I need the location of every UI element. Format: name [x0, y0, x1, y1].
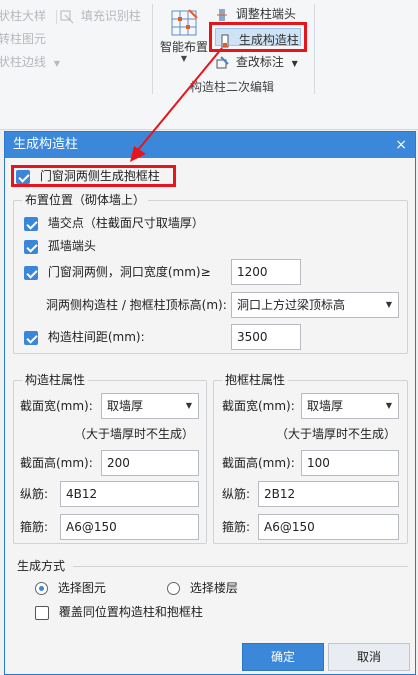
select-element-label: 选择图元: [57, 581, 106, 595]
door-window-frame-checkbox[interactable]: 门窗洞两侧生成抱框柱: [16, 166, 160, 186]
column-long-bar-label: 纵筋:: [20, 487, 49, 501]
column-end-icon: [215, 8, 229, 22]
column-width-select[interactable]: 取墙厚 ▼: [101, 393, 199, 419]
top-elevation-label: 洞两侧构造柱 / 抱框柱顶标高(m):: [46, 298, 227, 312]
divider: [73, 566, 408, 567]
door-window-sides-checkbox[interactable]: 门窗洞两侧，洞口宽度(mm)≥: [24, 262, 211, 282]
close-icon[interactable]: ×: [395, 132, 407, 158]
checkbox-checked-icon[interactable]: [24, 216, 38, 231]
smart-layout-label: 智能布置: [159, 40, 208, 54]
column-note: （大于墙厚时不生成）: [74, 427, 195, 441]
generate-column-button[interactable]: 生成构造柱: [215, 28, 301, 47]
chevron-down-icon: ▼: [53, 59, 60, 68]
ribbon-item-column-edge-label: 状柱边线: [0, 55, 47, 69]
construct-column-icon: [218, 34, 232, 48]
select-element-radio[interactable]: 选择图元: [35, 578, 106, 598]
fill-recognize-label: 填充识别柱: [80, 9, 141, 23]
adjust-column-end-button[interactable]: 调整柱端头: [215, 4, 296, 24]
annotation-icon: [215, 55, 229, 70]
checkbox-checked-icon[interactable]: [24, 239, 38, 254]
isolated-wall-end-label: 孤墙端头: [47, 239, 96, 253]
ribbon-separator: [314, 4, 315, 94]
radio-selected-icon[interactable]: [35, 582, 48, 595]
ok-button[interactable]: 确定: [242, 643, 324, 671]
ribbon-group-label: 构造柱二次编辑: [190, 80, 275, 94]
fill-recognize-icon: [60, 10, 74, 24]
spacing-checkbox[interactable]: 构造柱间距(mm):: [24, 327, 145, 347]
ribbon-item-column-detail-label: 状柱大样: [0, 9, 47, 23]
column-props-group: 构造柱属性 截面宽(mm): 取墙厚 ▼ （大于墙厚时不生成） 截面高(mm):…: [13, 372, 207, 544]
spacing-input[interactable]: 3500: [231, 324, 301, 350]
chevron-down-icon: ▼: [385, 401, 392, 410]
cancel-button[interactable]: 取消: [328, 643, 410, 671]
generate-column-dialog: 生成构造柱 × 门窗洞两侧生成抱框柱 布置位置（砌体墙上） 墙交点（柱截面尺寸取…: [4, 131, 416, 675]
generate-mode-label: 生成方式: [17, 559, 66, 573]
modify-annotation-button[interactable]: 查改标注 ▼: [215, 52, 298, 72]
adjust-column-end-label: 调整柱端头: [235, 7, 296, 21]
column-height-input[interactable]: 200: [101, 450, 199, 476]
column-long-bar-input[interactable]: 4B12: [60, 481, 199, 507]
frame-width-select[interactable]: 取墙厚 ▼: [301, 393, 399, 419]
dialog-titlebar: 生成构造柱 ×: [5, 132, 415, 158]
smart-layout-button[interactable]: 智能布置 ▼: [156, 4, 212, 72]
generate-column-highlight: 生成构造柱: [209, 22, 307, 52]
overwrite-checkbox[interactable]: 覆盖同位置构造柱和抱框柱: [35, 602, 203, 622]
top-elevation-value: 洞口上方过梁顶标高: [237, 298, 346, 312]
frame-stirrup-input[interactable]: A6@150: [258, 514, 399, 540]
column-stirrup-input[interactable]: A6@150: [60, 514, 199, 540]
frame-stirrup-label: 箍筋:: [222, 520, 251, 534]
chevron-down-icon: ▼: [291, 59, 298, 68]
frame-width-value: 取墙厚: [307, 399, 344, 413]
generate-column-content: 生成构造柱: [218, 30, 299, 50]
ribbon-item-column-detail[interactable]: 状柱大样: [0, 6, 63, 26]
divider: [55, 9, 57, 24]
overwrite-label: 覆盖同位置构造柱和抱框柱: [58, 605, 203, 619]
ribbon-item-column-element-label: 转柱图元: [0, 32, 47, 46]
door-window-frame-label: 门窗洞两侧生成抱框柱: [39, 169, 160, 183]
frame-props-group: 抱框柱属性 截面宽(mm): 取墙厚 ▼ （大于墙厚时不生成） 截面高(mm):…: [213, 372, 408, 544]
column-stirrup-label: 箍筋:: [20, 520, 49, 534]
frame-note: （大于墙厚时不生成）: [276, 427, 397, 441]
column-width-label: 截面宽(mm):: [20, 399, 93, 413]
chevron-down-icon: ▼: [180, 54, 188, 63]
checkbox-unchecked-icon[interactable]: [35, 605, 49, 620]
fill-recognize-button[interactable]: 填充识别柱: [60, 6, 141, 26]
frame-height-label: 截面高(mm):: [222, 456, 295, 470]
chevron-down-icon: ▼: [185, 401, 192, 410]
layout-position-legend: 布置位置（砌体墙上）: [22, 192, 149, 208]
select-floor-label: 选择楼层: [189, 581, 238, 595]
ribbon-item-column-element[interactable]: 转柱图元: [0, 29, 46, 49]
checkbox-checked-icon[interactable]: [16, 169, 30, 184]
ribbon-item-column-edge[interactable]: 状柱边线 ▼: [0, 52, 60, 72]
modify-annotation-label: 查改标注: [235, 55, 284, 69]
checkbox-checked-icon[interactable]: [24, 330, 38, 345]
wall-intersection-label: 墙交点（柱截面尺寸取墙厚）: [47, 216, 204, 230]
dialog-title: 生成构造柱: [13, 137, 79, 152]
grid-layout-icon: [169, 8, 199, 38]
select-floor-radio[interactable]: 选择楼层: [167, 578, 238, 598]
column-props-legend: 构造柱属性: [22, 372, 89, 388]
generate-column-label: 生成构造柱: [238, 33, 299, 47]
layout-position-group: 布置位置（砌体墙上） 墙交点（柱截面尺寸取墙厚） 孤墙端头 门窗洞两侧，洞口宽度…: [13, 192, 408, 354]
radio-unselected-icon[interactable]: [167, 582, 180, 595]
spacing-label: 构造柱间距(mm):: [47, 330, 145, 344]
isolated-wall-end-checkbox[interactable]: 孤墙端头: [24, 236, 96, 256]
door-window-sides-label: 门窗洞两侧，洞口宽度(mm)≥: [47, 265, 211, 279]
ribbon-toolbar: 状柱大样 转柱图元 状柱边线 ▼ 填充识别柱 智能布置 ▼ 调整柱端头 生成构造…: [0, 0, 418, 130]
frame-props-legend: 抱框柱属性: [222, 372, 289, 388]
column-height-label: 截面高(mm):: [20, 456, 93, 470]
top-elevation-select[interactable]: 洞口上方过梁顶标高 ▼: [231, 292, 399, 318]
column-width-value: 取墙厚: [107, 399, 144, 413]
checkbox-checked-icon[interactable]: [24, 265, 38, 280]
opening-width-input[interactable]: 1200: [231, 259, 301, 285]
wall-intersection-checkbox[interactable]: 墙交点（柱截面尺寸取墙厚）: [24, 213, 204, 233]
ribbon-separator: [152, 4, 153, 94]
frame-long-bar-label: 纵筋:: [222, 487, 251, 501]
frame-width-label: 截面宽(mm):: [222, 399, 295, 413]
frame-long-bar-input[interactable]: 2B12: [258, 481, 399, 507]
chevron-down-icon: ▼: [385, 300, 392, 309]
frame-height-input[interactable]: 100: [301, 450, 399, 476]
